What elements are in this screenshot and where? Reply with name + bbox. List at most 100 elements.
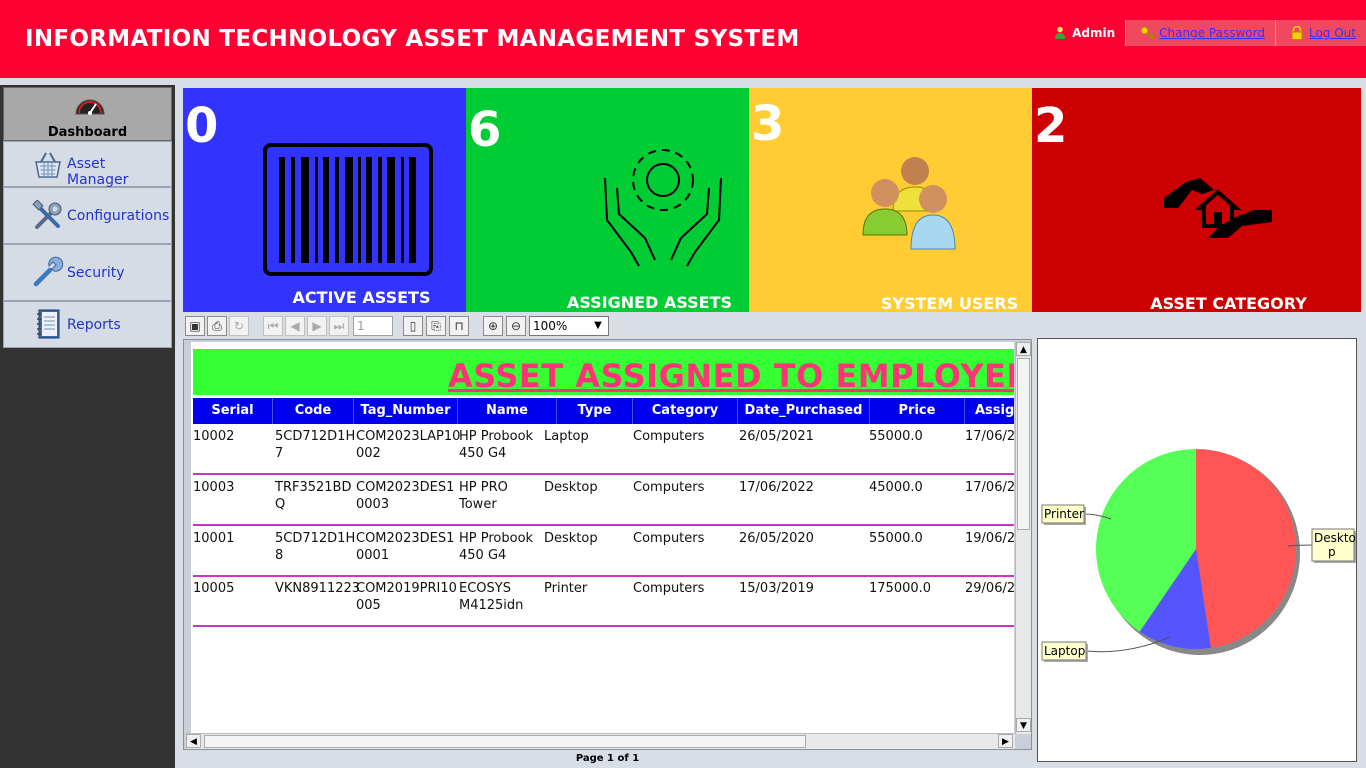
zoom-value: 100% (533, 319, 568, 333)
card-label: ASSET CATEGORY (1150, 294, 1307, 312)
cell-code: 5CD712D1H 7 (275, 429, 356, 461)
cell-serial: 10005 (193, 581, 235, 596)
sidebar-item-asset-manager[interactable]: Asset Manager (3, 141, 172, 188)
pie-label-text: p (1328, 545, 1336, 559)
card-system-users[interactable]: 3 SYSTEM USERS (749, 88, 1032, 312)
users-icon (862, 157, 956, 250)
next-page-button[interactable]: ▶ (307, 316, 327, 336)
next-page-icon: ▶ (312, 319, 322, 333)
pie-label-text: Laptop (1044, 644, 1085, 658)
fit-width-button[interactable]: ⊓ (449, 316, 469, 336)
vertical-scroll-thumb[interactable] (1017, 358, 1030, 530)
logout-button[interactable]: Log Out (1274, 20, 1366, 46)
scroll-up-icon[interactable]: ▲ (1016, 342, 1031, 356)
page-number-input[interactable]: 1 (353, 316, 393, 336)
table-row: 10001 5CD712D1H 8 COM2023DES1 0001 HP Prob… (193, 526, 1014, 577)
tools-icon (32, 200, 62, 229)
card-active-assets[interactable]: 0 ACTIVE ASSETS (183, 88, 466, 312)
sidebar-item-reports[interactable]: Reports (3, 301, 172, 348)
sidebar-item-label: Security (67, 265, 125, 281)
first-page-button[interactable]: ⏮ (263, 316, 283, 336)
scroll-left-icon[interactable]: ◀ (186, 734, 201, 748)
column-header: Assig (975, 403, 1014, 418)
cell-serial: 10002 (193, 429, 235, 444)
report-title-band: ASSET ASSIGNED TO EMPLOYEES (193, 349, 1014, 395)
cell-serial: 10001 (193, 531, 235, 546)
card-label: ACTIVE ASSETS (292, 288, 431, 307)
table-row: 10002 5CD712D1H 7 COM2023LAP10 002 HP Prob… (193, 424, 1014, 475)
chevron-down-icon[interactable]: ▼ (589, 318, 607, 334)
fit-width-icon: ⊓ (454, 319, 464, 333)
cell-name: HP Probook 450 G4 (459, 531, 534, 563)
card-label: SYSTEM USERS (880, 294, 1019, 312)
cell-assigned: 17/06/20 (965, 429, 1014, 444)
print-report-button[interactable]: ⎙ (207, 316, 227, 336)
cell-type: Laptop (544, 429, 589, 444)
report-viewer: ASSET ASSIGNED TO EMPLOYEES Serial Code … (183, 339, 1032, 750)
cell-date-purchased: 17/06/2022 (739, 480, 814, 495)
save-icon: ▣ (189, 319, 201, 333)
actual-size-button[interactable]: ▯ (403, 316, 423, 336)
cell-category: Computers (633, 581, 705, 596)
previous-page-icon: ◀ (290, 319, 300, 333)
card-value: 0 (185, 98, 219, 154)
table-row: 10003 TRF3521BD Q COM2023DES1 0003 HP PRO T… (193, 475, 1014, 526)
pie-chart: Deskto p Laptop Printer (1037, 338, 1357, 762)
sidebar-item-security[interactable]: Security (3, 244, 172, 301)
horizontal-scrollbar[interactable]: ◀ ▶ (186, 733, 1015, 749)
card-label: ASSIGNED ASSETS (566, 293, 733, 312)
notebook-icon (37, 309, 60, 339)
lock-icon (1291, 26, 1303, 40)
card-assigned-assets[interactable]: 6 ASSIGNED ASSETS (466, 88, 749, 312)
zoom-out-button[interactable]: ⊖ (506, 316, 526, 336)
cell-assigned: 29/06/20 (965, 581, 1014, 596)
wrench-icon (33, 256, 64, 287)
cell-price: 55000.0 (869, 531, 923, 546)
sidebar-item-label: Configurations (67, 208, 170, 224)
reload-report-button[interactable]: ↻ (229, 316, 249, 336)
cell-tag-number: COM2019PRI10 005 (356, 581, 457, 613)
card-value: 6 (468, 102, 502, 158)
report-toolbar: ▣ ⎙ ↻ ⏮ ◀ ▶ ⏭ 1 ▯ ⎘ ⊓ ⊕ ⊖ 100% ▼ (183, 313, 1032, 339)
column-header: Serial (193, 398, 273, 424)
report-table-header: Serial Code Tag_Number Name Type Categor… (193, 398, 1014, 424)
cell-type: Printer (544, 581, 588, 596)
card-asset-category[interactable]: 2 ASSET CATEGORY (1032, 88, 1361, 312)
cell-category: Computers (633, 531, 705, 546)
sidebar: Dashboard Asset Manager Configurations S… (0, 85, 175, 768)
scroll-right-icon[interactable]: ▶ (998, 734, 1013, 748)
column-header: Category (633, 398, 738, 424)
cell-price: 175000.0 (869, 581, 932, 596)
pie-label-printer: Printer (1041, 504, 1086, 525)
change-password-button[interactable]: Change Password (1125, 20, 1275, 46)
sidebar-item-dashboard[interactable]: Dashboard (3, 87, 172, 141)
fit-page-button[interactable]: ⎘ (426, 316, 446, 336)
save-report-button[interactable]: ▣ (185, 316, 205, 336)
gear-hands-icon (604, 149, 722, 267)
house-hands-icon (1164, 178, 1272, 238)
horizontal-scroll-thumb[interactable] (204, 735, 806, 748)
last-page-button[interactable]: ⏭ (329, 316, 349, 336)
page-status: Page 1 of 1 (575, 753, 640, 764)
pie-slice-desktop (1196, 449, 1296, 648)
previous-page-button[interactable]: ◀ (285, 316, 305, 336)
user-label: Admin (1072, 26, 1116, 40)
cell-date-purchased: 26/05/2020 (739, 531, 814, 546)
table-row: 10005 VKN8911223 COM2019PRI10 005 ECOSYS M… (193, 576, 1014, 627)
sidebar-item-configurations[interactable]: Configurations (3, 187, 172, 244)
app-header: INFORMATION TECHNOLOGY ASSET MANAGEMENT … (0, 0, 1366, 78)
cell-category: Computers (633, 429, 705, 444)
header-actions: Admin Change Password Log Out (1054, 20, 1366, 46)
cell-code: 5CD712D1H 8 (275, 531, 356, 563)
current-user: Admin (1054, 26, 1115, 40)
zoom-in-button[interactable]: ⊕ (483, 316, 503, 336)
sidebar-item-label: Reports (67, 317, 121, 333)
vertical-scrollbar[interactable]: ▲ ▼ (1015, 342, 1031, 734)
zoom-select[interactable]: 100% ▼ (529, 316, 609, 336)
cell-type: Desktop (544, 480, 598, 495)
pie-label-text: Printer (1044, 507, 1084, 521)
app-title: INFORMATION TECHNOLOGY ASSET MANAGEMENT … (25, 26, 800, 52)
column-header: Type (557, 398, 633, 424)
scroll-down-icon[interactable]: ▼ (1016, 718, 1031, 732)
logout-label: Log Out (1308, 26, 1356, 40)
